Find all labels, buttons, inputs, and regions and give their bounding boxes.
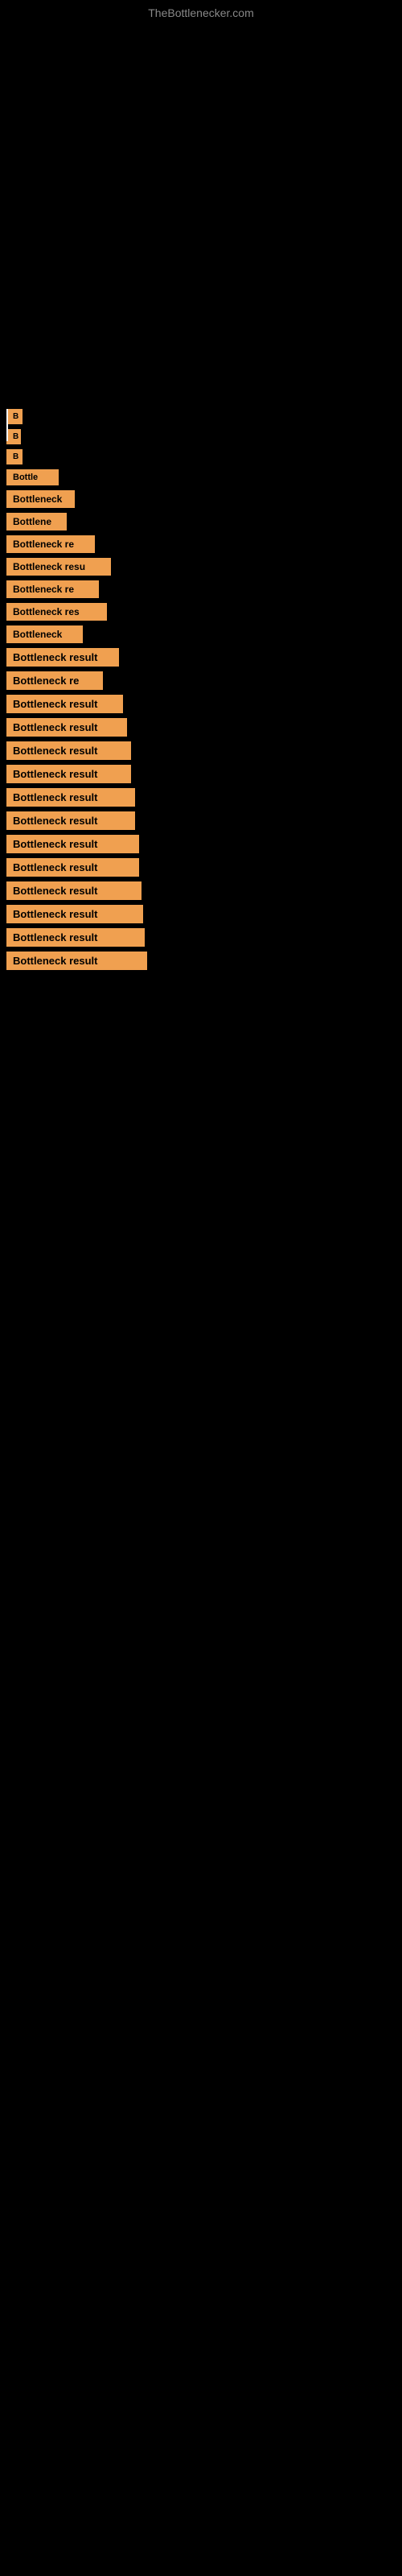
bottleneck-result-label: Bottleneck result [6, 695, 123, 713]
bottleneck-result-label: Bottleneck result [6, 858, 139, 877]
vertical-line [6, 409, 8, 441]
list-item: Bottleneck [6, 490, 402, 508]
list-item: Bottleneck [6, 625, 402, 643]
list-item: B [6, 449, 402, 464]
page-wrapper: TheBottlenecker.com BBBBottleBottleneckB… [0, 0, 402, 970]
site-title: TheBottlenecker.com [0, 0, 402, 23]
list-item: Bottleneck result [6, 881, 402, 900]
bottleneck-result-label: Bottleneck result [6, 718, 127, 737]
list-item: Bottleneck res [6, 603, 402, 621]
list-item: Bottleneck result [6, 858, 402, 877]
bottleneck-result-label: Bottleneck result [6, 765, 131, 783]
list-item: Bottleneck result [6, 765, 402, 783]
bottleneck-result-label: Bottleneck result [6, 928, 145, 947]
list-item: Bottleneck result [6, 835, 402, 853]
bottleneck-result-label: Bottleneck result [6, 788, 135, 807]
list-item: Bottleneck result [6, 718, 402, 737]
content-area: BBBBottleBottleneckBottleneBottleneck re… [0, 23, 402, 970]
bottleneck-result-label: B [6, 429, 21, 444]
bottleneck-result-label: Bottleneck re [6, 671, 103, 690]
list-item: B [6, 429, 402, 444]
list-item: B [6, 409, 402, 424]
list-item: Bottleneck result [6, 695, 402, 713]
bottleneck-result-label: B [6, 449, 23, 464]
list-item: Bottleneck result [6, 648, 402, 667]
bottleneck-result-label: Bottleneck result [6, 811, 135, 830]
list-item: Bottleneck result [6, 811, 402, 830]
bottleneck-result-label: Bottleneck result [6, 648, 119, 667]
list-item: Bottleneck result [6, 905, 402, 923]
bottleneck-result-label: Bottleneck res [6, 603, 107, 621]
bottleneck-result-label: Bottleneck [6, 490, 75, 508]
bottleneck-result-label: Bottleneck result [6, 835, 139, 853]
list-item: Bottleneck result [6, 952, 402, 970]
list-item: Bottleneck result [6, 741, 402, 760]
list-item: Bottleneck re [6, 671, 402, 690]
list-item: Bottle [6, 469, 402, 485]
list-item: Bottleneck re [6, 580, 402, 598]
bottleneck-result-label: Bottle [6, 469, 59, 485]
bottleneck-result-label: B [6, 409, 23, 424]
list-item: Bottleneck re [6, 535, 402, 553]
list-item: Bottleneck resu [6, 558, 402, 576]
bottleneck-result-label: Bottleneck result [6, 905, 143, 923]
bottleneck-result-label: Bottleneck [6, 625, 83, 643]
bottleneck-result-label: Bottleneck result [6, 741, 131, 760]
bottleneck-result-label: Bottlene [6, 513, 67, 530]
bottleneck-result-label: Bottleneck result [6, 881, 142, 900]
bottleneck-result-label: Bottleneck re [6, 535, 95, 553]
list-item: Bottlene [6, 513, 402, 530]
list-item: Bottleneck result [6, 788, 402, 807]
bottleneck-result-label: Bottleneck resu [6, 558, 111, 576]
list-item: Bottleneck result [6, 928, 402, 947]
items-container: BBBBottleBottleneckBottleneBottleneck re… [0, 23, 402, 970]
bottleneck-result-label: Bottleneck re [6, 580, 99, 598]
bottleneck-result-label: Bottleneck result [6, 952, 147, 970]
